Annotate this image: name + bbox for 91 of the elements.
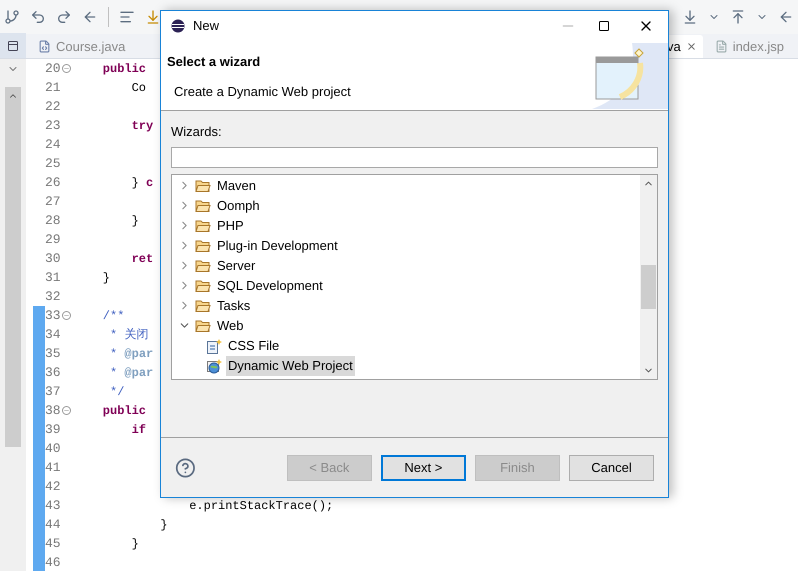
code-line: /** [102, 308, 124, 324]
line-number: 31 [45, 268, 62, 287]
code-line: } [130, 536, 139, 552]
folder-icon [195, 278, 211, 292]
branch-icon[interactable] [4, 9, 20, 25]
tree-item[interactable]: Dynamic Web Project [226, 356, 355, 376]
line-number: 41 [45, 458, 62, 477]
scroll-thumb[interactable] [641, 264, 656, 308]
restore-icon[interactable] [7, 40, 19, 52]
line-number: 35 [45, 344, 62, 363]
dialog-title: New [193, 17, 220, 36]
globe-project-icon [206, 358, 222, 374]
line-number: 36 [45, 364, 62, 382]
lines-icon[interactable] [119, 9, 135, 25]
tree-item[interactable]: Oomph [215, 196, 262, 216]
code-line: } [102, 270, 110, 286]
code-line: Co [130, 80, 146, 96]
tree-item[interactable]: SQL Development [215, 276, 325, 296]
line-number: 22 [45, 98, 62, 116]
code-line: public [102, 60, 146, 78]
line-number: 38 [45, 402, 62, 420]
tab-label: index.jsp [732, 38, 784, 56]
code-line: e.printStackTrace(); [188, 498, 334, 514]
code-line: * @par [109, 364, 154, 382]
tree-item[interactable]: Maven [215, 176, 258, 196]
line-number: 25 [45, 154, 62, 173]
line-number: 29 [45, 230, 62, 249]
code-line: } c [130, 174, 154, 192]
step-icon[interactable] [145, 9, 161, 25]
jsp-file-icon [714, 40, 728, 53]
line-number: 46 [45, 554, 62, 571]
line-number: 20 [45, 60, 62, 78]
code-line: ret [130, 250, 154, 268]
css-file-icon [206, 338, 222, 354]
code-line: try [130, 118, 154, 134]
tab-label: Course.java [56, 38, 126, 56]
eclipse-logo-icon [171, 19, 185, 33]
folder-icon [195, 318, 211, 332]
tree-item[interactable]: PHP [215, 216, 246, 236]
download-icon[interactable] [682, 9, 698, 25]
folder-icon [195, 258, 211, 272]
code-line: * 关闭 [109, 326, 148, 344]
line-number: 45 [45, 534, 62, 553]
code-line: } [159, 516, 168, 534]
java-file-icon [38, 40, 51, 53]
tree-item[interactable]: Server [215, 256, 258, 276]
tree-item[interactable]: Tasks [215, 296, 252, 316]
wizards-label: Wizards: [171, 123, 223, 141]
line-number: 44 [45, 516, 62, 534]
line-number: 37 [45, 382, 62, 401]
wizard-description: Create a Dynamic Web project [174, 82, 352, 101]
tree-item[interactable]: Plug-in Development [215, 236, 340, 256]
code-line: } [130, 212, 139, 230]
folder-icon [195, 298, 211, 312]
back-arrow-icon[interactable] [82, 9, 98, 25]
line-number: 34 [45, 326, 62, 344]
fold-icon[interactable] [62, 406, 71, 415]
code-line: */ [109, 384, 124, 400]
line-number: 43 [45, 496, 62, 515]
line-number: 26 [45, 174, 62, 192]
line-number: 42 [45, 478, 62, 496]
upload-icon[interactable] [730, 9, 746, 25]
line-number: 32 [45, 288, 62, 306]
wizard-heading: Select a wizard [167, 53, 262, 71]
dialog-button[interactable]: Cancel [568, 454, 654, 480]
redo-icon[interactable] [56, 9, 72, 25]
folder-icon [195, 238, 211, 252]
line-number: 39 [45, 420, 62, 439]
line-number: 30 [45, 250, 62, 268]
fold-icon[interactable] [62, 311, 71, 320]
line-number: 40 [45, 440, 62, 458]
dialog-button[interactable]: Next > [380, 454, 466, 480]
line-number: 21 [45, 78, 62, 97]
line-number: 28 [45, 212, 62, 230]
tree-item[interactable]: Web [215, 316, 246, 336]
tree-item[interactable]: CSS File [226, 336, 282, 356]
help-icon[interactable] [175, 456, 196, 478]
maximize-icon[interactable] [598, 20, 610, 32]
code-line: if [130, 422, 146, 438]
filter-field[interactable] [171, 146, 658, 168]
code-line: public [102, 402, 146, 420]
folder-icon [195, 178, 211, 192]
folder-icon [195, 198, 211, 212]
undo-icon[interactable] [30, 9, 46, 25]
line-number: 24 [45, 136, 62, 154]
line-number: 23 [45, 116, 62, 135]
line-number: 27 [45, 192, 62, 211]
code-line: * @par [109, 346, 154, 362]
fold-icon[interactable] [62, 64, 71, 73]
folder-icon [195, 218, 211, 232]
line-number: 33 [45, 306, 62, 325]
